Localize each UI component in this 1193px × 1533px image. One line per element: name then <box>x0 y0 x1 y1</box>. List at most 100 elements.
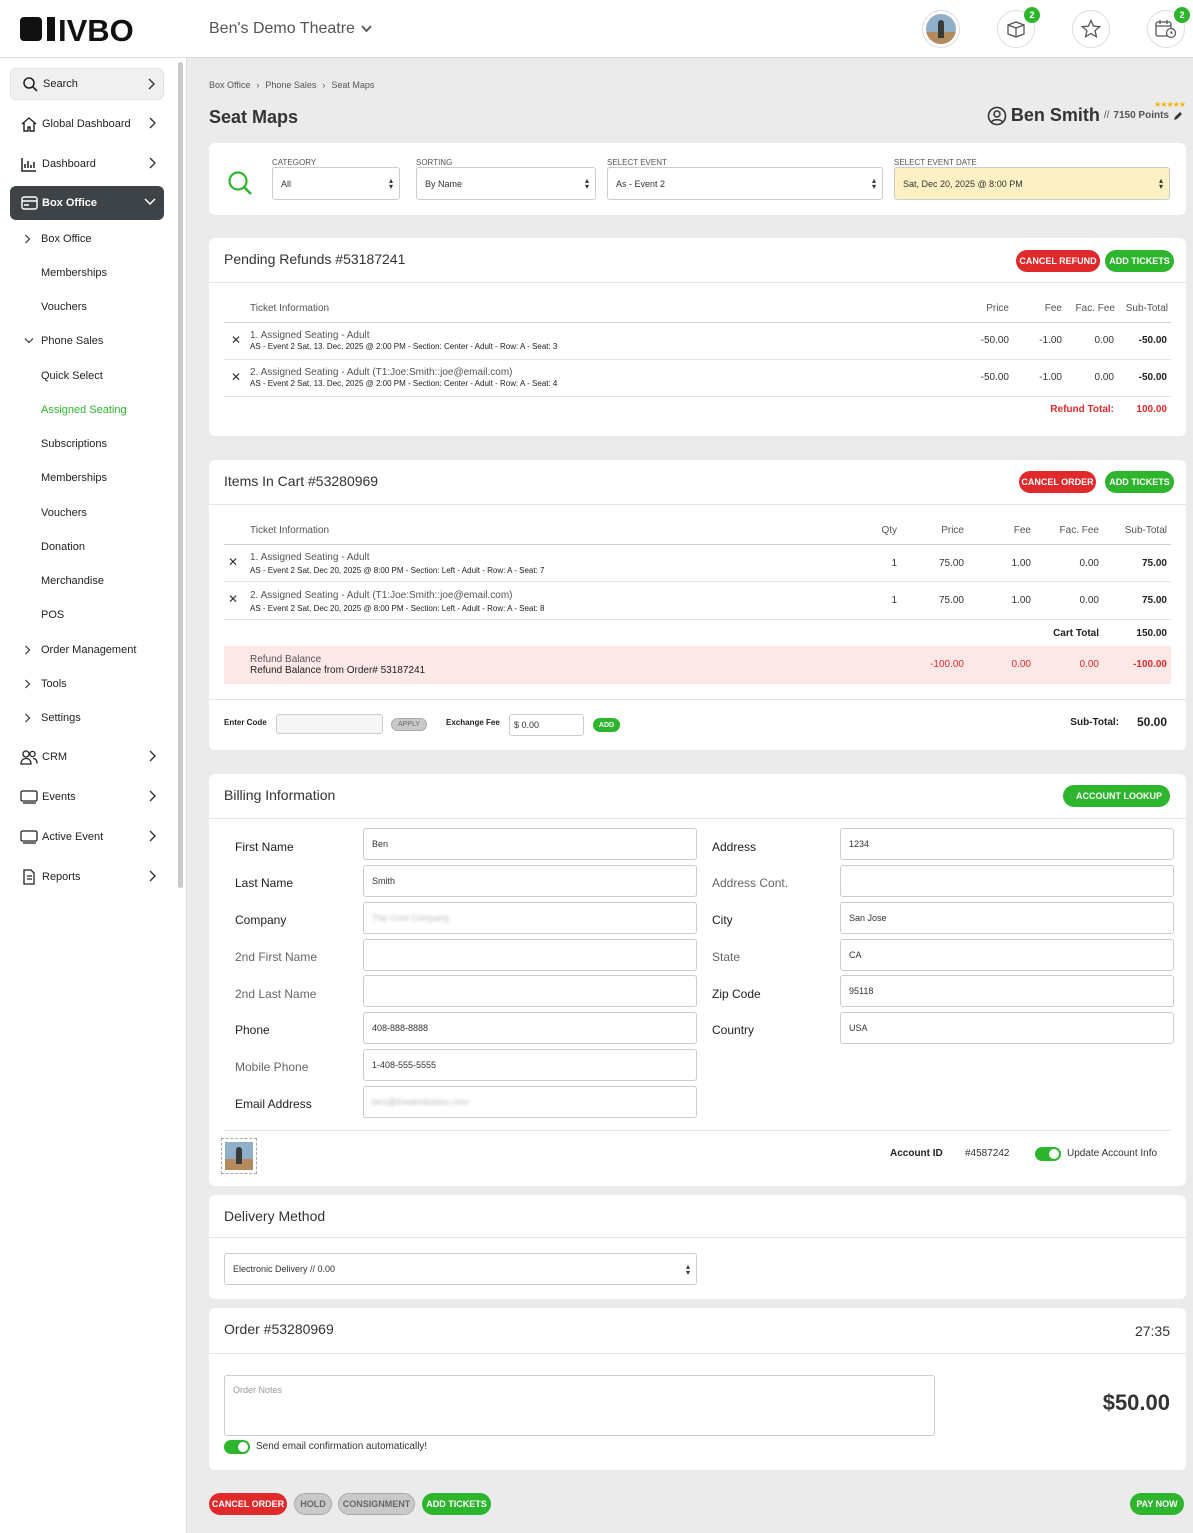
row-description: AS - Event 2 Sat, 13. Dec, 2025 @ 2:00 P… <box>250 342 558 351</box>
exchange-fee-input[interactable]: $ 0.00 <box>509 714 584 736</box>
sidebar-item-active-event[interactable]: Active Event <box>10 821 164 853</box>
sidebar-item-dashboard[interactable]: Dashboard <box>10 148 164 180</box>
sidebar-sub-settings[interactable]: Settings <box>41 712 81 724</box>
mobile-phone-field[interactable]: 1-408-555-5555 <box>363 1049 697 1081</box>
sidebar-sub-donation[interactable]: Donation <box>41 541 85 553</box>
add-tickets-button[interactable]: ADD TICKETS <box>1105 471 1174 493</box>
avatar[interactable] <box>221 1138 257 1174</box>
ivbo-logo[interactable]: IVBO <box>20 14 166 44</box>
date-value: Sat, Dec 20, 2025 @ 8:00 PM <box>903 178 1023 189</box>
theatre-selector[interactable]: Ben's Demo Theatre <box>209 20 372 38</box>
sidebar-sub-subscriptions[interactable]: Subscriptions <box>41 438 107 450</box>
last-name-label: Last Name <box>235 876 294 890</box>
sidebar-sub-phone-sales[interactable]: Phone Sales <box>41 335 103 347</box>
cancel-order-button[interactable]: CANCEL ORDER <box>1019 471 1096 493</box>
row-title: Assigned Seating - Adult <box>260 552 370 563</box>
second-first-name-field[interactable] <box>363 939 697 971</box>
cart-title: Items In Cart #53280969 <box>224 473 379 489</box>
breadcrumb-item[interactable]: Phone Sales <box>265 80 316 90</box>
search-icon[interactable] <box>227 170 253 196</box>
add-fee-button[interactable]: ADD <box>593 718 620 732</box>
col-fee: Fee <box>1013 525 1031 536</box>
sidebar-search[interactable]: Search <box>10 68 164 100</box>
sidebar-item-global-dashboard[interactable]: Global Dashboard <box>10 108 164 140</box>
remove-row-icon[interactable]: ✕ <box>228 592 238 606</box>
breadcrumb-item[interactable]: Box Office <box>209 80 250 90</box>
phone-field[interactable]: 408-888-8888 <box>363 1012 697 1044</box>
first-name-field[interactable]: Ben <box>363 828 697 860</box>
user-badge[interactable]: Ben Smith // 7150 Points <box>987 105 1183 126</box>
consignment-button[interactable]: CONSIGNMENT <box>338 1493 415 1515</box>
apply-button[interactable]: APPLY <box>391 718 427 731</box>
sidebar-sub-assigned-seating[interactable]: Assigned Seating <box>41 404 127 416</box>
email-field[interactable]: ben@theatretickets.com <box>363 1086 697 1118</box>
country-field[interactable]: USA <box>840 1012 1174 1044</box>
update-account-toggle[interactable] <box>1035 1147 1061 1161</box>
row-description: AS - Event 2 Sat, 13. Dec, 2025 @ 2:00 P… <box>250 379 558 388</box>
sidebar-sub-quick-select[interactable]: Quick Select <box>41 370 103 382</box>
col-subtotal: Sub-Total <box>1125 303 1168 314</box>
sidebar-sub-pos[interactable]: POS <box>41 609 64 621</box>
sidebar-item-events[interactable]: Events <box>10 781 164 813</box>
sidebar-item-box-office[interactable]: Box Office <box>10 186 164 220</box>
add-tickets-footer-button[interactable]: ADD TICKETS <box>422 1493 491 1515</box>
logo-text: IVBO <box>58 14 134 44</box>
cancel-order-footer-button[interactable]: CANCEL ORDER <box>209 1493 287 1515</box>
sidebar-sub-memberships-2[interactable]: Memberships <box>41 472 107 484</box>
date-select[interactable]: Sat, Dec 20, 2025 @ 8:00 PM ▴ ▾ <box>894 167 1170 200</box>
city-field[interactable]: San Jose <box>840 902 1174 934</box>
sidebar-sub-vouchers[interactable]: Vouchers <box>41 301 87 313</box>
select-arrows-icon: ▴ ▾ <box>685 1262 690 1277</box>
col-qty: Qty <box>881 525 897 536</box>
row-fee: 1.00 <box>1011 595 1031 606</box>
remove-row-icon[interactable]: ✕ <box>228 555 238 569</box>
sidebar-sub-vouchers-2[interactable]: Vouchers <box>41 507 87 519</box>
sidebar-item-label: Reports <box>42 871 81 883</box>
sidebar-sub-box-office[interactable]: Box Office <box>41 233 92 245</box>
pencil-icon[interactable] <box>1173 111 1183 121</box>
add-tickets-button[interactable]: ADD TICKETS <box>1105 250 1174 272</box>
pay-now-button[interactable]: PAY NOW <box>1130 1493 1184 1515</box>
second-last-name-field[interactable] <box>363 975 697 1007</box>
home-icon <box>20 115 38 133</box>
last-name-field[interactable]: Smith <box>363 865 697 897</box>
zip-code-field[interactable]: 95118 <box>840 975 1174 1007</box>
sidebar-item-reports[interactable]: Reports <box>10 861 164 893</box>
subtotal-label: Sub-Total: <box>1070 717 1119 728</box>
cart-button[interactable]: 2 <box>997 7 1040 48</box>
sorting-label: SORTING <box>416 158 453 167</box>
main-content: Box Office › Phone Sales › Seat Maps Sea… <box>187 58 1193 1533</box>
company-field[interactable]: The Cool Company <box>363 902 697 934</box>
sidebar-sub-memberships[interactable]: Memberships <box>41 267 107 279</box>
refund-balance-fee: 0.00 <box>1011 659 1031 670</box>
calendar-button[interactable]: 2 <box>1147 7 1190 48</box>
cancel-refund-button[interactable]: CANCEL REFUND <box>1016 250 1100 272</box>
theatre-name: Ben's Demo Theatre <box>209 20 355 37</box>
event-value: As - Event 2 <box>616 178 666 189</box>
remove-row-icon[interactable]: ✕ <box>231 333 241 347</box>
email-label: Email Address <box>235 1097 312 1111</box>
col-price: Price <box>941 525 964 536</box>
delivery-select[interactable]: Electronic Delivery // 0.00 ▴ ▾ <box>224 1253 697 1285</box>
address-cont-field[interactable] <box>840 865 1174 897</box>
sorting-select[interactable]: By Name ▴ ▾ <box>416 167 596 200</box>
account-lookup-button[interactable]: ACCOUNT LOOKUP <box>1063 785 1170 807</box>
email-confirmation-toggle[interactable] <box>224 1440 250 1454</box>
state-field[interactable]: CA <box>840 939 1174 971</box>
address-field[interactable]: 1234 <box>840 828 1174 860</box>
sidebar-sub-merchandise[interactable]: Merchandise <box>41 575 104 587</box>
order-notes-textarea[interactable]: Order Notes <box>224 1375 935 1436</box>
sidebar-sub-tools[interactable]: Tools <box>41 678 67 690</box>
email-confirmation-label: Send email confirmation automatically! <box>256 1441 428 1452</box>
sidebar-scrollbar[interactable] <box>178 62 183 888</box>
category-select[interactable]: All ▴ ▾ <box>272 167 400 200</box>
favorites-button[interactable] <box>1072 10 1110 48</box>
avatar[interactable] <box>922 10 960 48</box>
hold-button[interactable]: HOLD <box>294 1493 332 1515</box>
city-label: City <box>712 913 733 927</box>
code-input[interactable] <box>276 714 383 734</box>
event-select[interactable]: As - Event 2 ▴ ▾ <box>607 167 883 200</box>
sidebar-item-crm[interactable]: CRM <box>10 741 164 773</box>
sidebar-sub-order-management[interactable]: Order Management <box>41 644 136 656</box>
remove-row-icon[interactable]: ✕ <box>231 370 241 384</box>
